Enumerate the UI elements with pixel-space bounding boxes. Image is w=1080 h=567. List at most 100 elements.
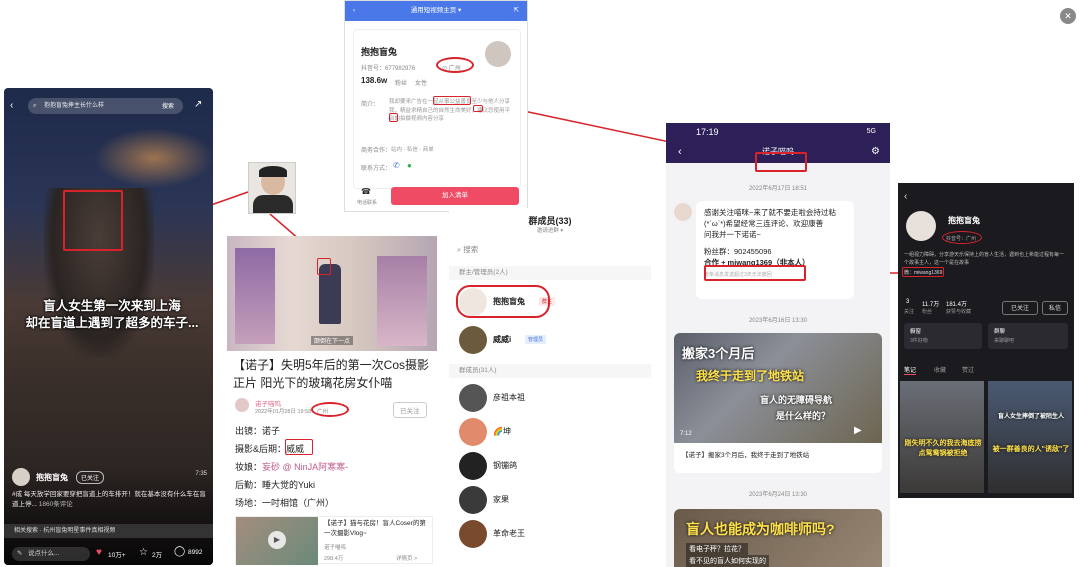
wechat-icon[interactable]: ● [407,161,412,170]
credit-row: 后勤：睡大觉的Yuki [235,480,316,490]
credit-row: 场地：一吋相馆（广州） [235,498,335,508]
note-card[interactable]: 盲人女生摔倒了被陌生人 被一群善良的人"诱敌"了 [988,381,1072,493]
related-thumbnail: ▶ [236,517,318,565]
likes-count: 181.4万 [946,302,968,308]
member-item[interactable]: 钢镚鸽 [459,452,649,486]
avatar [459,486,487,514]
gender-label: 女性 [415,81,428,87]
pencil-icon: ✎ [17,550,23,557]
shop-entry[interactable]: 橱窗 3件好物 [904,323,982,349]
video-search-input[interactable]: ⌕ 抱抱盲兔摔主长什么样 [28,98,183,114]
related-post-card[interactable]: ▶ 【诺子】猫与花房！盲人Coser的第一次摄影Vlog~ 诺子喵呜 298.4… [235,516,433,565]
play-icon: ▶ [268,531,286,549]
tab-notes[interactable]: 笔记 [904,365,917,375]
back-icon[interactable]: ‹ [353,1,355,21]
highlight-face-box [63,190,123,251]
avatar [459,520,487,548]
profile-card: ‹ 通用短视频主页 ▾ ⇱ 抱抱盲兔 抖音号：677982976 ⊙ 广州 13… [344,0,528,212]
stars-count: 2万 [152,552,163,559]
fan-group-id: 粉丝群：902455096 [704,247,772,256]
video-card[interactable]: 盲人也能成为咖啡师吗? 看电子秤？拉花？ 看不见的盲人如何实现的 [674,509,882,567]
tab-likes[interactable]: 赞过 [962,365,974,374]
highlight-location [942,231,982,244]
heart-icon[interactable]: ♥ [96,547,102,558]
video-time: 7:35 [195,471,207,477]
dark-profile: ‹ 抱抱盲兔 抖音号：广州 一组视力障碍，分享游天乐保持上的盲人生活，遇到也上希… [898,183,1074,498]
tab-collect[interactable]: 收藏 [934,365,946,374]
follow-button[interactable]: 已关注 [393,402,427,418]
comments-count: 8992 [188,549,203,556]
highlight-intro-2 [473,105,483,112]
profile-name: 抱抱盲兔 [948,216,980,225]
avatar[interactable] [235,398,249,412]
avatar[interactable] [12,468,30,486]
follow-label: 关注 [904,309,915,315]
likes-label: 获赞与收藏 [946,309,972,315]
related-search-bar[interactable]: 相关搜索 · 杭州盲兔明星事件真相视频 [4,524,213,538]
related-views: 298.4万 [324,556,344,562]
back-icon[interactable]: ‹ [904,191,907,202]
highlight-chat-title [755,152,807,172]
member-item[interactable]: 威威i 管理员 [459,326,649,360]
profile-name: 抱抱盲兔 [361,47,398,57]
admin-badge: 管理员 [525,335,547,344]
highlight-photographer [285,439,313,455]
post-title: 【诺子】失明5年后的第一次Cos摄影正片 阳光下的玻璃花房女仆喵 [233,358,430,390]
post-detail: 颠倒在下一点 【诺子】失明5年后的第一次Cos摄影正片 阳光下的玻璃花房女仆喵 … [227,236,437,567]
highlight-location [436,57,474,73]
avatar [459,452,487,480]
author-name[interactable]: 抱抱盲兔 [36,472,68,483]
chat-date: 2022年6月17日 18:51 [748,186,808,192]
member-section-header: 群成员(31人) [449,364,651,378]
chat-date: 2023年6月16日 13:30 [748,318,808,324]
id-label: 抖音号：677982976 [361,66,416,72]
share-icon[interactable]: ↗ [194,99,202,110]
group-members: 群成员(33) 邀请进群 ▾ ⌕ 搜索 群主/管理员(2人) 抱抱盲兔 群主 威… [449,208,651,567]
search-button[interactable]: 搜索 [162,101,174,110]
note-card[interactable]: 刚失明不久的我去海底捞点鸳鸯锅被拒绝 [900,381,984,493]
credit-row: 出镜：诺子 [235,426,281,436]
chat-screen: 17:19 5G ‹ 诺子喵呜 ⚙ 2022年6月17日 18:51 感谢关注喵… [666,123,890,567]
related-more-link[interactable]: 详情页 > [396,554,417,562]
face-thumbnail [248,162,296,214]
search-icon: ⌕ [33,103,37,109]
share-icon[interactable]: ⇱ [514,1,519,21]
follow-button[interactable]: 已关注 [1002,301,1038,315]
video-card[interactable]: 搬家3个月后 我终于走到了地铁站 盲人的无障碍导航 是什么样的？ 7:12 ▶ … [674,333,882,473]
highlight-person-box [317,258,331,275]
member-item[interactable]: 彦祖本祖 [459,384,649,418]
member-item[interactable]: 家果 [459,486,649,520]
video-description: #成 每天放学回家要穿把盲道上的车排开！就在基本没有什么车在盲道上停... 18… [12,491,206,508]
comment-input[interactable]: ✎ 说点什么... [12,547,90,561]
call-icon[interactable]: ☎ [361,187,371,196]
credit-row: 妆娘：妄砂 @ NinJA阿寒寒- [235,462,349,472]
add-to-list-button[interactable]: 加入清单 [391,187,519,205]
hair [259,166,287,177]
avatar[interactable] [674,203,692,221]
back-icon[interactable]: ‹ [678,141,682,163]
avatar [459,326,487,354]
member-item[interactable]: 革命老王 [459,520,649,554]
settings-icon[interactable]: ⚙ [871,141,880,163]
avatar [459,418,487,446]
comment-icon[interactable]: ◯ [174,546,185,557]
avatar [459,384,487,412]
member-search-input[interactable]: ⌕ 搜索 [457,242,643,258]
fans-count: 138.6w [361,76,388,85]
post-image[interactable]: 颠倒在下一点 [227,236,437,351]
group-subtitle[interactable]: 邀请进群 ▾ [449,226,651,234]
member-item[interactable]: 🌈坤 [459,418,649,452]
close-icon[interactable]: ✕ [1060,8,1076,24]
back-icon[interactable]: ‹ [10,100,13,111]
star-icon[interactable]: ☆ [139,547,148,558]
flowers [377,256,427,346]
street-light [94,128,213,188]
related-title: 【诺子】猫与花房！盲人Coser的第一次摄影Vlog~ [324,520,426,537]
avatar [906,211,936,241]
highlight-intro-1 [433,96,471,105]
message-button[interactable]: 私信 [1042,301,1068,315]
follow-button[interactable]: 已关注 [76,471,105,484]
coop-label: 商务合作： [361,148,392,154]
phone-icon[interactable]: ✆ [393,161,400,170]
group-entry[interactable]: 群聊 来聊聊吧 [988,323,1068,349]
